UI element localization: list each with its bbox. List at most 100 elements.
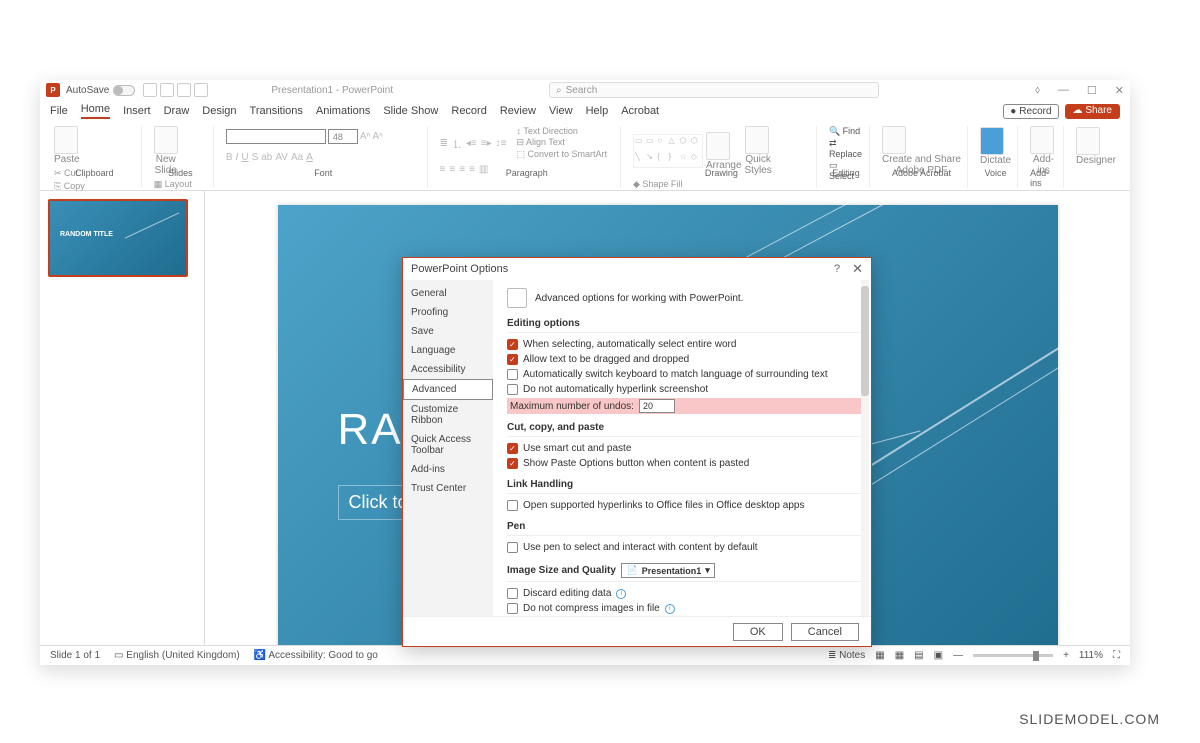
tab-file[interactable]: File bbox=[50, 105, 68, 117]
layout-button[interactable]: ▦ Layout bbox=[154, 179, 194, 190]
image-target-select[interactable]: 📄 Presentation1 ▾ bbox=[621, 563, 714, 578]
tab-help[interactable]: Help bbox=[586, 105, 609, 117]
nav-general[interactable]: General bbox=[403, 284, 493, 303]
replace-button[interactable]: ⇄ Replace bbox=[829, 138, 863, 159]
numbering-button[interactable]: ⒈ bbox=[452, 136, 462, 151]
share-button[interactable]: ☁ Share bbox=[1065, 104, 1120, 119]
nav-addins[interactable]: Add-ins bbox=[403, 460, 493, 479]
notes-button[interactable]: ≣ Notes bbox=[828, 650, 865, 661]
nav-language[interactable]: Language bbox=[403, 341, 493, 360]
tab-transitions[interactable]: Transitions bbox=[250, 105, 303, 117]
slide-thumbnail[interactable]: RANDOM TITLE bbox=[48, 199, 188, 277]
chk-discard[interactable] bbox=[507, 588, 518, 599]
shape-fill-button[interactable]: ◆ Shape Fill bbox=[633, 179, 699, 190]
bold-button[interactable]: B bbox=[226, 152, 233, 163]
chk-keyboard[interactable] bbox=[507, 369, 518, 380]
tab-draw[interactable]: Draw bbox=[164, 105, 190, 117]
close-icon[interactable]: ✕ bbox=[1115, 84, 1124, 97]
qat-start-icon[interactable] bbox=[194, 83, 208, 97]
zoom-out-button[interactable]: — bbox=[953, 650, 963, 661]
ok-button[interactable]: OK bbox=[733, 623, 783, 641]
info-icon[interactable]: i bbox=[616, 589, 626, 599]
search-box[interactable]: ⌕Search bbox=[549, 82, 879, 98]
chk-hyperlink[interactable] bbox=[507, 384, 518, 395]
chk-nocompress[interactable] bbox=[507, 603, 518, 614]
qat-undo-icon[interactable] bbox=[160, 83, 174, 97]
linespacing-button[interactable]: ↕≡ bbox=[496, 138, 507, 149]
slideshow-view-icon[interactable]: ▣ bbox=[934, 650, 943, 661]
shadow-button[interactable]: ab bbox=[261, 152, 272, 163]
cancel-button[interactable]: Cancel bbox=[791, 623, 859, 641]
char-spacing-button[interactable]: AV bbox=[275, 152, 288, 163]
font-size-select[interactable]: 48 bbox=[328, 129, 358, 144]
tab-review[interactable]: Review bbox=[500, 105, 536, 117]
nav-save[interactable]: Save bbox=[403, 322, 493, 341]
help-icon[interactable]: ? bbox=[834, 263, 840, 275]
addins-icon[interactable] bbox=[1030, 126, 1054, 154]
find-button[interactable]: 🔍 Find bbox=[829, 126, 863, 137]
font-family-select[interactable] bbox=[226, 129, 326, 144]
justify-button[interactable]: ≡ bbox=[469, 164, 475, 175]
shapes-gallery[interactable]: ▭▭○△⬠⬡ ╲↘{}☆◇ bbox=[633, 134, 703, 168]
fit-window-icon[interactable]: ⛶ bbox=[1113, 650, 1120, 661]
accessibility-status[interactable]: ♿ Accessibility: Good to go bbox=[254, 650, 378, 661]
sorter-view-icon[interactable]: ▦ bbox=[895, 650, 904, 661]
paste-icon[interactable] bbox=[54, 126, 78, 154]
indent-inc-button[interactable]: ≡▸ bbox=[481, 138, 492, 149]
dictate-icon[interactable] bbox=[980, 127, 1004, 155]
tab-home[interactable]: Home bbox=[81, 103, 110, 119]
quickstyles-icon[interactable] bbox=[745, 126, 769, 154]
tab-animations[interactable]: Animations bbox=[316, 105, 370, 117]
nav-trust-center[interactable]: Trust Center bbox=[403, 479, 493, 498]
chk-paste-options[interactable]: ✓ bbox=[507, 458, 518, 469]
adobe-pdf-icon[interactable] bbox=[882, 126, 906, 154]
smartart-button[interactable]: ⬚ Convert to SmartArt bbox=[516, 149, 607, 160]
max-undos-spinner[interactable]: 20 bbox=[639, 399, 675, 413]
arrange-icon[interactable] bbox=[706, 132, 730, 160]
maximize-icon[interactable]: ☐ bbox=[1087, 84, 1097, 97]
font-color-button[interactable]: A bbox=[306, 152, 313, 163]
nav-qat[interactable]: Quick Access Toolbar bbox=[403, 430, 493, 460]
ribbon-display-icon[interactable]: ⬨ bbox=[1035, 84, 1040, 97]
nav-advanced[interactable]: Advanced bbox=[403, 379, 493, 400]
scrollbar-thumb[interactable] bbox=[861, 286, 869, 396]
bullets-button[interactable]: ≣ bbox=[440, 138, 448, 149]
zoom-slider[interactable] bbox=[973, 654, 1053, 657]
chk-open-hyperlinks[interactable] bbox=[507, 500, 518, 511]
info-icon[interactable]: i bbox=[665, 604, 675, 614]
tab-slideshow[interactable]: Slide Show bbox=[383, 105, 438, 117]
zoom-level[interactable]: 111% bbox=[1079, 650, 1103, 661]
new-slide-icon[interactable] bbox=[154, 126, 178, 154]
indent-dec-button[interactable]: ◂≡ bbox=[466, 138, 477, 149]
tab-view[interactable]: View bbox=[549, 105, 573, 117]
qat-redo-icon[interactable] bbox=[177, 83, 191, 97]
zoom-in-button[interactable]: + bbox=[1063, 650, 1069, 661]
text-direction-button[interactable]: ↕ Text Direction bbox=[516, 126, 607, 136]
chk-drag-drop[interactable]: ✓ bbox=[507, 354, 518, 365]
designer-icon[interactable] bbox=[1076, 127, 1100, 155]
tab-insert[interactable]: Insert bbox=[123, 105, 151, 117]
autosave-toggle[interactable] bbox=[113, 85, 135, 96]
minimize-icon[interactable]: — bbox=[1058, 84, 1069, 97]
qat-save-icon[interactable] bbox=[143, 83, 157, 97]
tab-acrobat[interactable]: Acrobat bbox=[621, 105, 659, 117]
columns-button[interactable]: ▥ bbox=[479, 164, 488, 175]
strike-button[interactable]: S bbox=[252, 152, 259, 163]
nav-proofing[interactable]: Proofing bbox=[403, 303, 493, 322]
record-button[interactable]: ● Record bbox=[1003, 104, 1058, 119]
nav-customize-ribbon[interactable]: Customize Ribbon bbox=[403, 400, 493, 430]
chk-select-word[interactable]: ✓ bbox=[507, 339, 518, 350]
tab-design[interactable]: Design bbox=[202, 105, 236, 117]
normal-view-icon[interactable]: ▦ bbox=[875, 650, 884, 661]
reading-view-icon[interactable]: ▤ bbox=[914, 650, 923, 661]
dialog-close-icon[interactable]: ✕ bbox=[852, 261, 863, 277]
underline-button[interactable]: U bbox=[241, 152, 248, 163]
tab-record[interactable]: Record bbox=[451, 105, 486, 117]
nav-accessibility[interactable]: Accessibility bbox=[403, 360, 493, 379]
chk-pen[interactable] bbox=[507, 542, 518, 553]
italic-button[interactable]: I bbox=[236, 152, 239, 163]
align-text-button[interactable]: ⊟ Align Text bbox=[516, 137, 607, 148]
chk-smart-cut[interactable]: ✓ bbox=[507, 443, 518, 454]
language-status[interactable]: ▭ English (United Kingdom) bbox=[114, 650, 240, 661]
align-left-button[interactable]: ≡ bbox=[440, 164, 446, 175]
